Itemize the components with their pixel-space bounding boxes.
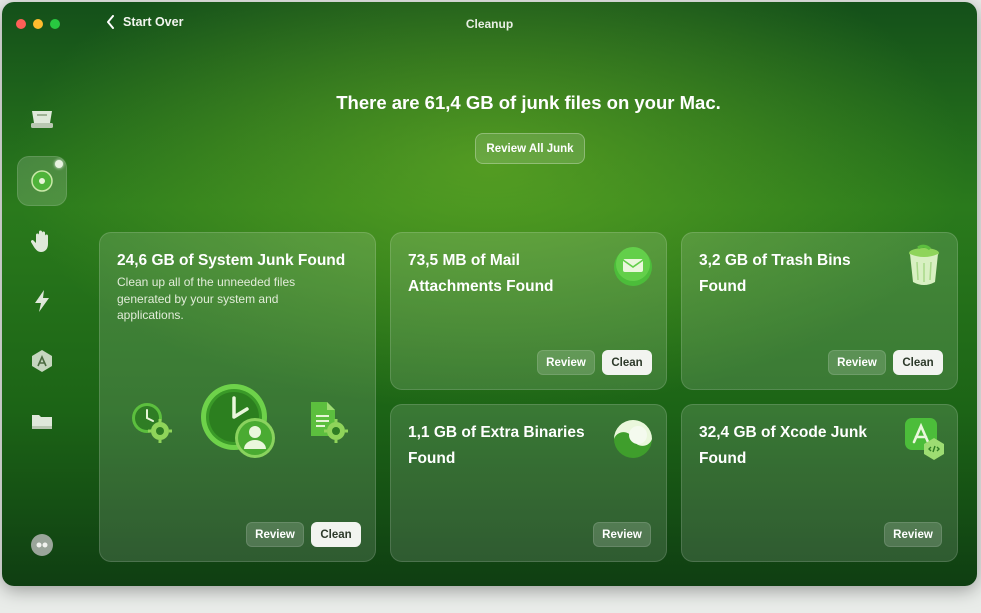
app-store-icon [32,350,52,372]
sidebar [2,46,80,586]
extra-binaries-review-button[interactable]: Review [593,522,651,547]
app-window: Start Over Cleanup There are 61,4 GB of … [2,2,977,586]
trash-bins-title: 3,2 GB of Trash Bins Found [699,252,851,295]
xcode-junk-review-button[interactable]: Review [884,522,942,547]
mail-attachments-card: 73,5 MB of Mail Attachments Found Review… [390,232,667,390]
sidebar-item-files[interactable] [17,396,67,446]
sidebar-item-disk[interactable] [17,94,67,144]
window-title: Cleanup [465,17,514,31]
system-junk-clean-button[interactable]: Clean [311,522,361,547]
title-bar: Start Over Cleanup [2,2,977,46]
system-junk-title: 24,6 GB of System Junk Found [117,252,346,269]
trash-bins-review-button[interactable]: Review [828,350,886,375]
lightning-icon [35,290,49,312]
junk-summary-headline: There are 61,4 GB of junk files on your … [336,92,721,113]
trash-bin-icon [909,244,939,285]
binaries-icon [614,420,652,458]
sidebar-item-assistant[interactable] [17,520,67,570]
system-junk-card: 24,6 GB of System Junk Found Clean up al… [99,232,376,562]
document-gear-icon [311,402,348,443]
review-all-junk-button[interactable]: Review All Junk [475,133,585,164]
cleanup-icon [31,170,53,192]
clock-user-icon [201,384,275,458]
sidebar-item-protection[interactable] [17,216,67,266]
system-junk-description: Clean up all of the unneeded files gener… [117,275,296,322]
xcode-icon [905,418,944,460]
sidebar-item-performance[interactable] [17,276,67,326]
extra-binaries-title: 1,1 GB of Extra Binaries Found [408,424,585,467]
mail-attachments-title: 73,5 MB of Mail Attachments Found [408,252,554,295]
trash-bins-clean-button[interactable]: Clean [893,350,943,375]
folder-icon [32,415,52,429]
mail-attachments-clean-button[interactable]: Clean [602,350,652,375]
drive-icon [31,111,53,128]
xcode-junk-title: 32,4 GB of Xcode Junk Found [699,424,867,467]
xcode-junk-card: 32,4 GB of Xcode Junk Found Review [681,404,958,562]
trash-bins-card: 3,2 GB of Trash Bins Found Review Clean [681,232,958,390]
assistant-icon [31,534,53,556]
clock-gear-icon [132,403,172,443]
extra-binaries-card: 1,1 GB of Extra Binaries Found Review [390,404,667,562]
active-indicator [55,160,63,168]
hand-icon [30,230,48,252]
sidebar-item-cleanup[interactable] [17,156,67,206]
mail-icon [614,247,652,286]
mail-attachments-review-button[interactable]: Review [537,350,595,375]
system-junk-review-button[interactable]: Review [246,522,304,547]
sidebar-item-applications[interactable] [17,336,67,386]
